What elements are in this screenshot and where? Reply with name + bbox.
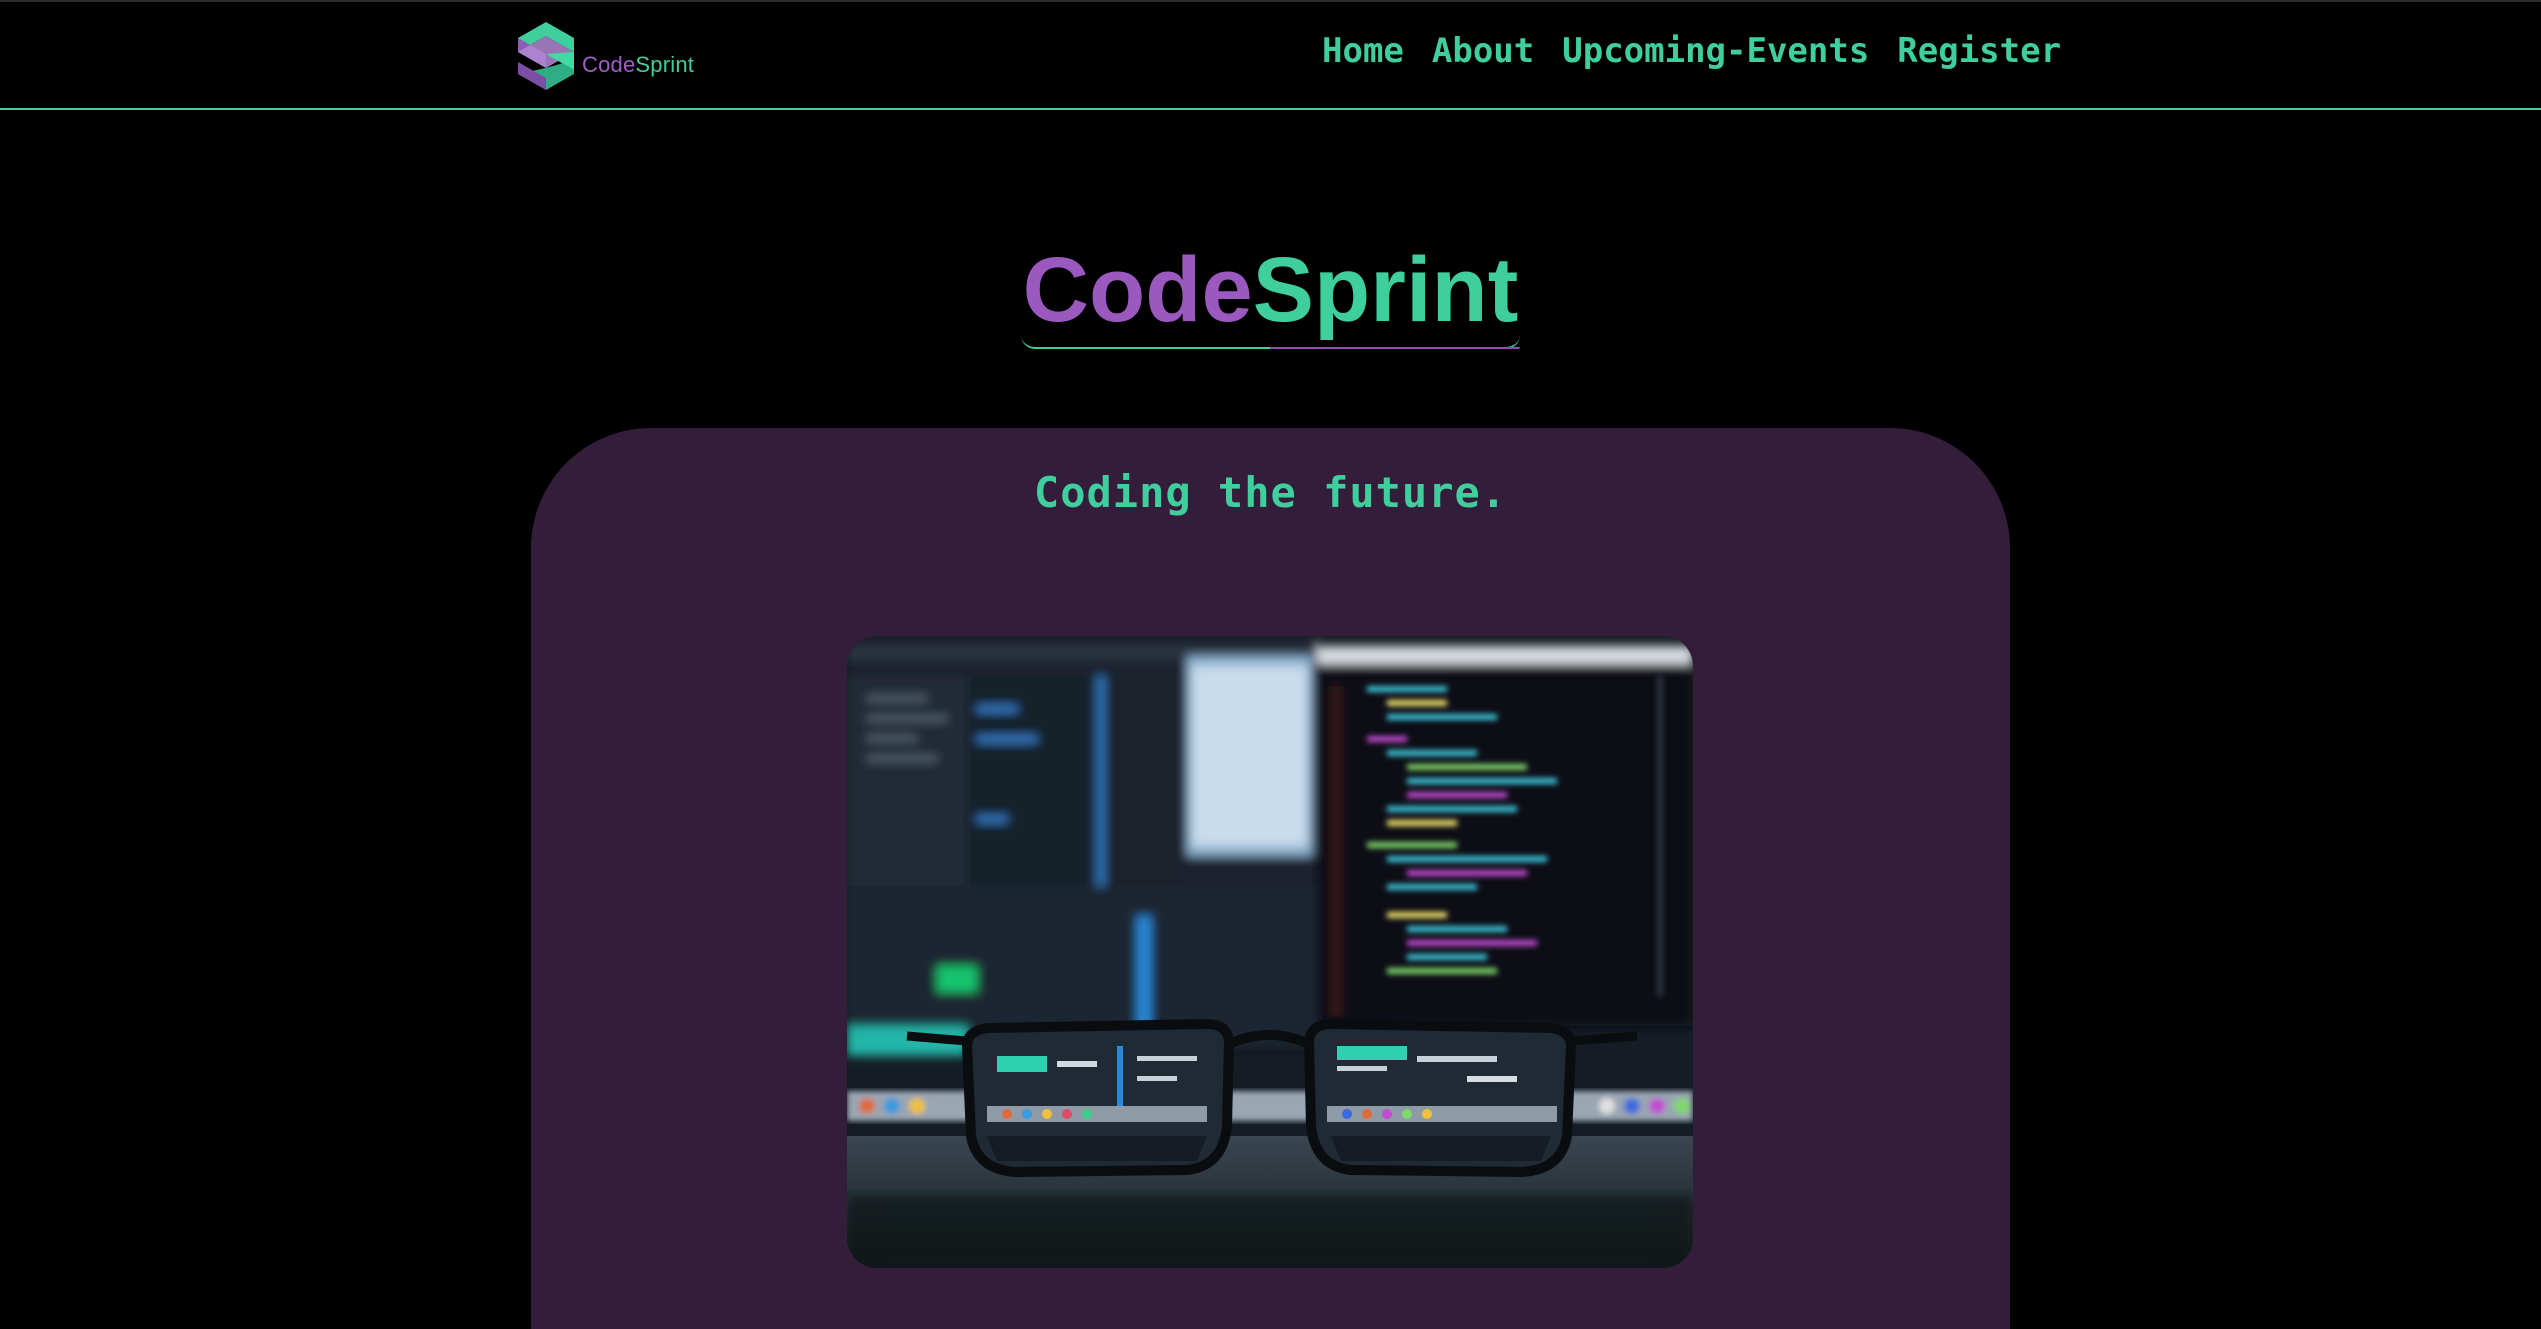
brand-logo-link[interactable]: CodeSprint: [516, 20, 694, 92]
nav-link-about[interactable]: About: [1432, 31, 1534, 71]
hero-tagline: Coding the future.: [1033, 468, 1508, 517]
hero-title: CodeSprint: [0, 239, 2541, 350]
hero-image: [847, 636, 1693, 1268]
hero-title-code: Code: [1022, 239, 1253, 341]
brand-name: CodeSprint: [582, 52, 694, 78]
hero-title-sprint: Sprint: [1252, 239, 1519, 341]
hero-card: Coding the future.: [531, 428, 2010, 1329]
codesprint-logo-icon: [516, 22, 576, 90]
brand-name-code: Code: [582, 52, 636, 77]
top-navbar: CodeSprint Home About Upcoming-Events Re…: [0, 0, 2541, 110]
nav-link-home[interactable]: Home: [1322, 31, 1404, 71]
nav-link-register[interactable]: Register: [1897, 31, 2061, 71]
nav-link-upcoming-events[interactable]: Upcoming-Events: [1562, 31, 1869, 71]
brand-name-sprint: Sprint: [635, 52, 695, 77]
hero-title-underlined: CodeSprint: [1020, 239, 1521, 350]
main-nav: Home About Upcoming-Events Register: [1322, 26, 2061, 76]
